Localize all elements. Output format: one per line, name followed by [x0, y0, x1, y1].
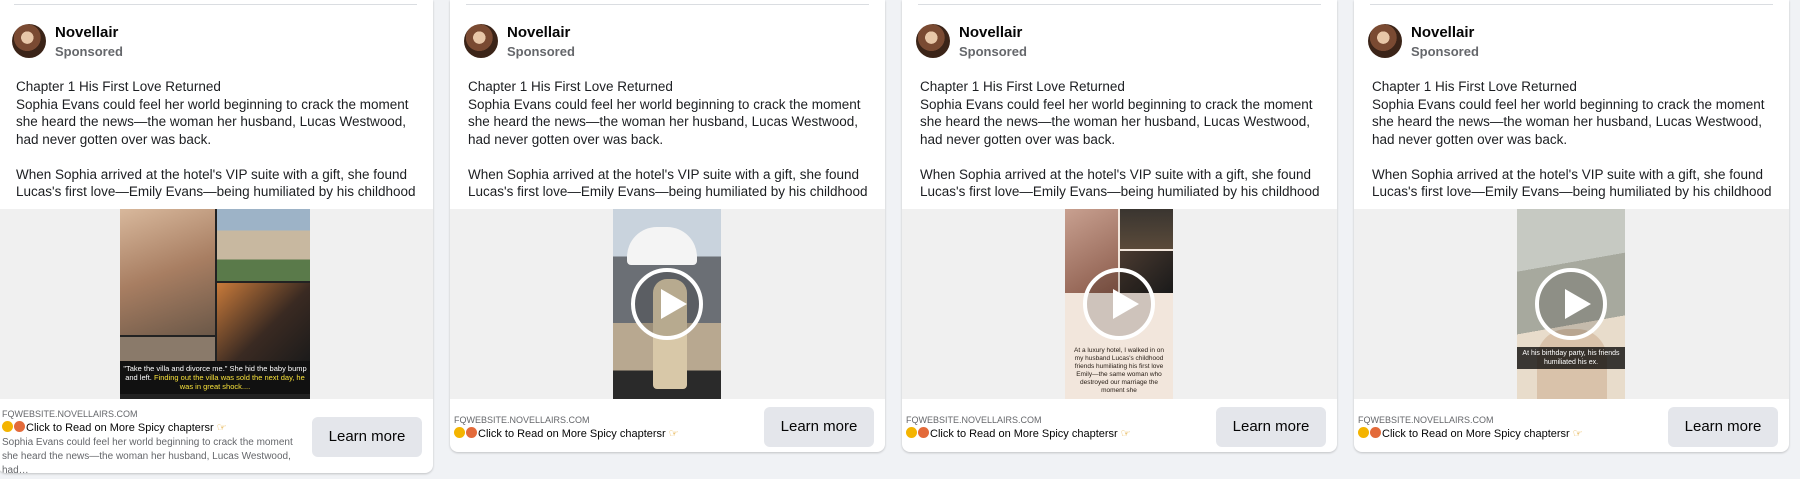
body-line: had never gotten over was back. — [16, 131, 212, 147]
body-line: Chapter 1 His First Love Returned — [468, 79, 673, 94]
page-name[interactable]: Novellair — [959, 24, 1022, 42]
play-icon[interactable] — [631, 268, 703, 340]
sponsored-label: Sponsored — [507, 44, 575, 59]
body-line: she heard the news—the woman her husband… — [468, 114, 858, 129]
divider — [1370, 4, 1773, 5]
ad-card-1: Novellair Sponsored Chapter 1 His First … — [0, 0, 433, 473]
learn-more-button[interactable]: Learn more — [1216, 407, 1326, 447]
learn-more-button[interactable]: Learn more — [1668, 407, 1778, 447]
video-thumbnail[interactable]: At a luxury hotel, I walked in on my hus… — [1065, 209, 1173, 399]
ad-card-3: Novellair Sponsored Chapter 1 His First … — [902, 0, 1337, 452]
body-line: had never gotten over was back. — [468, 131, 664, 147]
learn-more-button[interactable]: Learn more — [312, 417, 422, 457]
body-line: Chapter 1 His First Love Returned — [1372, 79, 1577, 94]
ad-body-text: Chapter 1 His First Love Returned Sophia… — [468, 78, 873, 218]
pointing-hand-icon: ☞ — [1120, 428, 1131, 440]
ad-body-text: Chapter 1 His First Love Returned Sophia… — [16, 78, 421, 218]
divider — [14, 4, 417, 5]
headline-text: Click to Read on More Spicy chaptersr — [26, 422, 214, 434]
body-line: Sophia Evans could feel her world beginn… — [1372, 96, 1765, 112]
page-avatar[interactable] — [1368, 24, 1402, 58]
link-description: Sophia Evans could feel her world beginn… — [2, 437, 293, 473]
blush-emoji-icon — [1370, 427, 1381, 438]
smile-emoji-icon — [906, 427, 917, 438]
play-icon[interactable] — [1083, 268, 1155, 340]
blush-emoji-icon — [918, 427, 929, 438]
body-line: Chapter 1 His First Love Returned — [16, 79, 221, 94]
sponsored-label: Sponsored — [55, 44, 123, 59]
ad-media[interactable]: At a luxury hotel, I walked in on my hus… — [902, 209, 1337, 399]
pointing-hand-icon: ☞ — [1572, 428, 1583, 440]
body-line: Sophia Evans could feel her world beginn… — [468, 96, 861, 112]
body-line: Sophia Evans could feel her world beginn… — [16, 96, 409, 112]
media-caption-highlight: Finding out the villa was sold the next … — [153, 373, 305, 391]
smile-emoji-icon — [1358, 427, 1369, 438]
body-line: When Sophia arrived at the hotel's VIP s… — [16, 166, 408, 182]
page-avatar[interactable] — [12, 24, 46, 58]
body-line: When Sophia arrived at the hotel's VIP s… — [1372, 166, 1764, 182]
page-name[interactable]: Novellair — [55, 24, 118, 42]
sponsored-label: Sponsored — [959, 44, 1027, 59]
link-domain[interactable]: FQWEBSITE.NOVELLAIRS.COM — [454, 415, 590, 426]
link-headline[interactable]: Click to Read on More Spicy chaptersr ☞ — [454, 427, 679, 441]
ad-card-4: Novellair Sponsored Chapter 1 His First … — [1354, 0, 1789, 452]
collage-image[interactable]: "Take the villa and divorce me." She hid… — [120, 209, 310, 399]
body-line: she heard the news—the woman her husband… — [920, 114, 1310, 129]
body-line: When Sophia arrived at the hotel's VIP s… — [920, 166, 1312, 182]
ad-body-text: Chapter 1 His First Love Returned Sophia… — [920, 78, 1325, 218]
pointing-hand-icon: ☞ — [668, 428, 679, 440]
ad-media[interactable]: At his birthday party, his friends humil… — [1354, 209, 1789, 399]
video-thumbnail[interactable] — [613, 209, 721, 399]
link-headline[interactable]: Click to Read on More Spicy chaptersr ☞ — [2, 421, 227, 435]
divider — [466, 4, 869, 5]
body-line: had never gotten over was back. — [920, 131, 1116, 147]
body-line: Chapter 1 His First Love Returned — [920, 79, 1125, 94]
page-name[interactable]: Novellair — [1411, 24, 1474, 42]
page-avatar[interactable] — [464, 24, 498, 58]
sponsored-label: Sponsored — [1411, 44, 1479, 59]
learn-more-button[interactable]: Learn more — [764, 407, 874, 447]
media-caption: At a luxury hotel, I walked in on my hus… — [1074, 347, 1164, 394]
ad-body-text: Chapter 1 His First Love Returned Sophia… — [1372, 78, 1777, 218]
headline-text: Click to Read on More Spicy chaptersr — [1382, 428, 1570, 440]
page-name[interactable]: Novellair — [507, 24, 570, 42]
link-headline[interactable]: Click to Read on More Spicy chaptersr ☞ — [1358, 427, 1583, 441]
body-line: Sophia Evans could feel her world beginn… — [920, 96, 1313, 112]
body-line: she heard the news—the woman her husband… — [1372, 114, 1762, 129]
blush-emoji-icon — [14, 421, 25, 432]
body-line: had never gotten over was back. — [1372, 131, 1568, 147]
body-line: she heard the news—the woman her husband… — [16, 114, 406, 129]
ad-card-2: Novellair Sponsored Chapter 1 His First … — [450, 0, 885, 452]
blush-emoji-icon — [466, 427, 477, 438]
pointing-hand-icon: ☞ — [216, 422, 227, 434]
link-headline[interactable]: Click to Read on More Spicy chaptersr ☞ — [906, 427, 1131, 441]
media-caption: At his birthday party, his friends humil… — [1517, 347, 1625, 369]
video-thumbnail[interactable]: At his birthday party, his friends humil… — [1517, 209, 1625, 399]
headline-text: Click to Read on More Spicy chaptersr — [478, 428, 666, 440]
ad-media[interactable] — [450, 209, 885, 399]
ad-media[interactable]: "Take the villa and divorce me." She hid… — [0, 209, 433, 399]
play-icon[interactable] — [1535, 268, 1607, 340]
smile-emoji-icon — [454, 427, 465, 438]
headline-text: Click to Read on More Spicy chaptersr — [930, 428, 1118, 440]
link-domain[interactable]: FQWEBSITE.NOVELLAIRS.COM — [2, 409, 138, 420]
page-avatar[interactable] — [916, 24, 950, 58]
body-line: When Sophia arrived at the hotel's VIP s… — [468, 166, 860, 182]
link-domain[interactable]: FQWEBSITE.NOVELLAIRS.COM — [906, 415, 1042, 426]
divider — [918, 4, 1321, 5]
smile-emoji-icon — [2, 421, 13, 432]
link-domain[interactable]: FQWEBSITE.NOVELLAIRS.COM — [1358, 415, 1494, 426]
